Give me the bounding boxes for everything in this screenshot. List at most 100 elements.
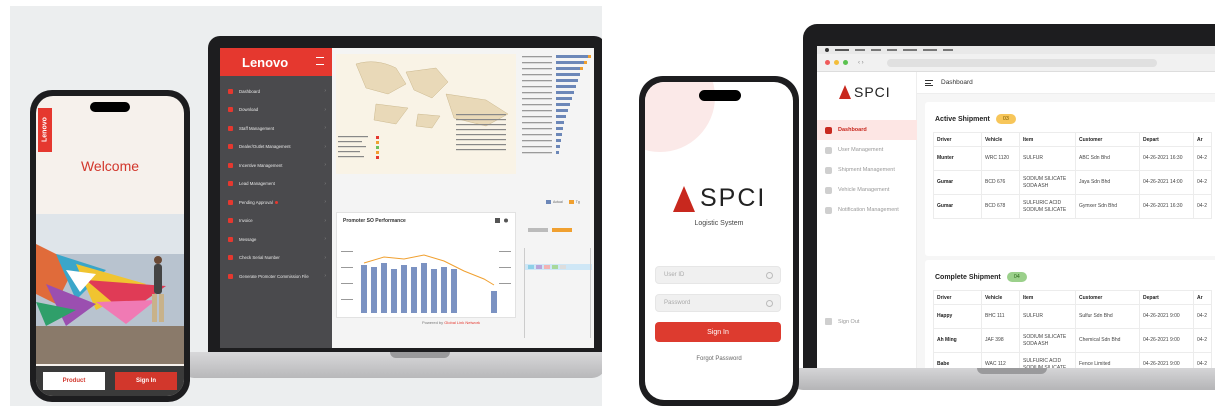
spci-phone: SPCI Logistic System User ID Password Si…: [639, 76, 799, 406]
table-row[interactable]: Happy BHC 111 SULFUR Sulfur Sdn Bhd 04-26-20…: [933, 304, 1212, 329]
nav-item-icon: [825, 166, 832, 174]
table-cell: 04-2: [1193, 304, 1212, 329]
lenovo-mockup-panel: Lenovo Dashboard › Download › Staff Manageme…: [10, 6, 602, 406]
lenovo-brand-header: Lenovo: [220, 48, 332, 76]
welcome-heading: Welcome: [80, 158, 140, 174]
nav-item-label: Notification Management: [838, 207, 899, 213]
nav-item-icon: [825, 126, 832, 134]
lenovo-laptop-notch: [390, 352, 450, 358]
hamburger-icon[interactable]: [316, 57, 324, 65]
forgot-password-link[interactable]: Forgot Password: [645, 356, 793, 362]
sidebar-item[interactable]: Pending Approval ›: [220, 193, 332, 212]
sidebar-item[interactable]: Dealer/Outlet Management ›: [220, 138, 332, 157]
spci-topbar: Dashboard: [917, 72, 1215, 94]
nav-item[interactable]: Shipment Management: [817, 160, 917, 180]
table-cell: WRC 1120: [981, 146, 1020, 171]
sidebar-item-label: Invoice: [239, 218, 253, 224]
chevron-right-icon: ›: [324, 106, 326, 113]
nav-item[interactable]: Dashboard: [817, 120, 917, 140]
table-cell: 04-26-2021 9:00: [1139, 304, 1194, 329]
spci-phone-screen: SPCI Logistic System User ID Password Si…: [645, 82, 793, 400]
nav-item-label: Vehicle Management: [838, 187, 890, 193]
powered-by-link[interactable]: Global Link Network: [444, 320, 480, 325]
table-row[interactable]: Ah Ming JAF 398 SODIUM SILICATE SODA ASH Ch…: [933, 328, 1212, 353]
table-row[interactable]: Munter WRC 1120 SULFUR ABC Sdn Bhd 04-26-202…: [933, 146, 1212, 171]
minimize-window-icon[interactable]: [834, 60, 839, 65]
user-id-field[interactable]: User ID: [655, 266, 781, 284]
table-cell: 04-26-2021 16:30: [1139, 194, 1194, 219]
table-cell: Ah Ming: [933, 328, 982, 353]
spci-laptop-screen: ‹ › SPCI Dashboard User Management Shipmen…: [817, 46, 1215, 374]
sidebar-item[interactable]: Check Serial Number ›: [220, 249, 332, 268]
column-header: Customer: [1075, 290, 1140, 305]
spci-logo-large: SPCI: [673, 184, 766, 213]
table-cell: 04-26-2021 16:30: [1139, 146, 1194, 171]
sidebar-item[interactable]: Download ›: [220, 101, 332, 120]
sidebar-item[interactable]: Message ›: [220, 230, 332, 249]
nav-item[interactable]: Notification Management: [817, 200, 917, 220]
menu-toggle-icon[interactable]: [925, 79, 933, 86]
menu-item-icon: [228, 236, 233, 242]
sidebar-item[interactable]: Dashboard ›: [220, 82, 332, 101]
eye-icon[interactable]: [766, 300, 773, 307]
chevron-right-icon: ›: [324, 254, 326, 261]
table-cell: BHC 111: [981, 304, 1020, 329]
welcome-hero-image: [36, 214, 184, 364]
lenovo-phone: Lenovo Welcome Product Sign In: [30, 90, 190, 402]
sign-in-button[interactable]: Sign In: [115, 372, 177, 390]
password-field[interactable]: Password: [655, 294, 781, 312]
sign-out-link[interactable]: Sign Out: [825, 318, 859, 325]
user-icon: [766, 272, 773, 279]
welcome-button-bar: Product Sign In: [36, 366, 184, 396]
table-cell: Gumar: [933, 194, 982, 219]
nav-item[interactable]: User Management: [817, 140, 917, 160]
sidebar-item[interactable]: Lead Management ›: [220, 175, 332, 194]
lenovo-laptop-screen: Lenovo Dashboard › Download › Staff Manageme…: [220, 48, 594, 348]
spci-sidebar: SPCI Dashboard User Management Shipment Ma…: [817, 72, 917, 374]
menu-item-icon: [228, 88, 233, 94]
product-button[interactable]: Product: [43, 372, 105, 390]
back-forward-icon[interactable]: ‹ ›: [858, 60, 864, 66]
chevron-right-icon: ›: [324, 180, 326, 187]
table-row[interactable]: Gumar BCD 678 SULFURIC ACID SODIUM SILICAT…: [933, 194, 1212, 219]
download-icon[interactable]: [495, 218, 509, 224]
promoter-card-title: Promoter SO Performance: [343, 218, 406, 224]
spci-nav-menu: Dashboard User Management Shipment Managem…: [817, 120, 917, 220]
table-cell: 04-2: [1193, 146, 1212, 171]
lenovo-sidebar: Lenovo Dashboard › Download › Staff Manageme…: [220, 48, 332, 348]
dynamic-island: [699, 90, 741, 101]
alert-dot-icon: [274, 200, 278, 204]
sign-in-button[interactable]: Sign In: [655, 322, 781, 342]
table-cell: BCD 676: [981, 170, 1020, 195]
maximize-window-icon[interactable]: [843, 60, 848, 65]
table-cell: 04-2: [1193, 328, 1212, 353]
lenovo-dashboard-main: Actual Tg Promoter SO Performance Powere…: [332, 48, 594, 348]
close-window-icon[interactable]: [825, 60, 830, 65]
chevron-right-icon: ›: [324, 236, 326, 243]
table-row[interactable]: Gumar BCD 676 SODIUM SILICATE SODA ASH Jaya…: [933, 170, 1212, 195]
table-cell: Munter: [933, 146, 982, 171]
outlet-bar-chart: [520, 54, 592, 164]
spci-logo-mark: [839, 85, 851, 99]
sidebar-item-label: Generate Promoter Commission File: [239, 273, 309, 279]
table-cell: SODIUM SILICATE SODA ASH: [1019, 170, 1076, 195]
secondary-chart-graphic: [524, 228, 592, 338]
address-bar[interactable]: [887, 59, 1157, 67]
sidebar-item[interactable]: Invoice ›: [220, 212, 332, 231]
column-header: Vehicle: [981, 132, 1020, 147]
table-cell: SULFUR: [1019, 146, 1076, 171]
mac-menubar: [817, 46, 1215, 54]
chevron-right-icon: ›: [324, 217, 326, 224]
outlet-bars: [522, 55, 591, 154]
menu-item-icon: [228, 273, 233, 279]
sidebar-item[interactable]: Generate Promoter Commission File ›: [220, 267, 332, 286]
sidebar-item[interactable]: Staff Management ›: [220, 119, 332, 138]
nav-item[interactable]: Vehicle Management: [817, 180, 917, 200]
chevron-right-icon: ›: [324, 143, 326, 150]
menu-item-icon: [228, 125, 233, 131]
sidebar-item[interactable]: Incentive Management ›: [220, 156, 332, 175]
menu-item-icon: [228, 144, 233, 150]
table-cell: 04-2: [1193, 194, 1212, 219]
column-header: Depart: [1139, 290, 1194, 305]
table-cell: Jaya Sdn Bhd: [1075, 170, 1140, 195]
